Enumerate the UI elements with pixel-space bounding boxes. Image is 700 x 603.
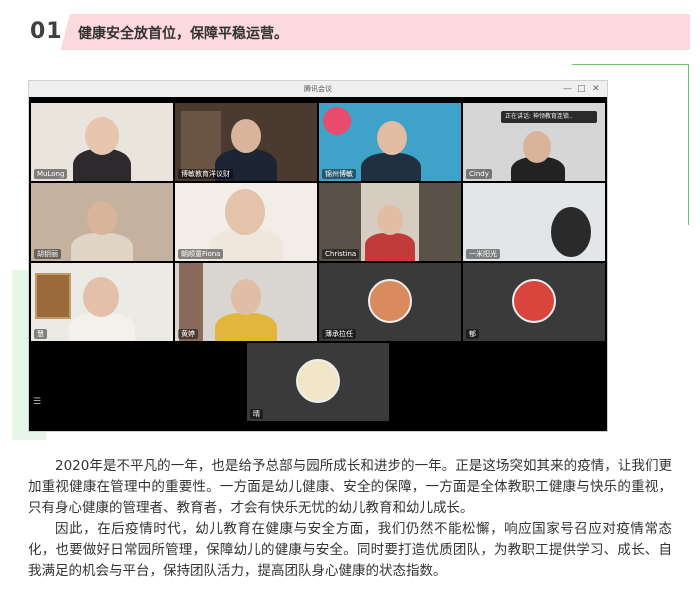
participant-name: 朝顺童Fiona [178, 249, 224, 259]
avatar [368, 279, 412, 323]
video-tile: 慧 [31, 263, 173, 341]
participant-name: 郁 [466, 329, 479, 339]
participant-name: Christina [322, 249, 360, 259]
video-tile: Christina [319, 183, 461, 261]
participant-name: 一米阳光 [466, 249, 500, 259]
body-paragraph: 因此，在后疫情时代，幼儿教育在健康与安全方面，我们仍然不能松懈，响应国家号召应对… [28, 521, 672, 579]
video-tile: MuLong [31, 103, 173, 181]
video-tile: 黄婷 [175, 263, 317, 341]
video-tile: 博敏教育洋议财 [175, 103, 317, 181]
video-tile: 胡钥丽 [31, 183, 173, 261]
avatar [512, 279, 556, 323]
participant-name: MuLong [34, 169, 68, 179]
participant-name: 锦州博敏 [322, 169, 356, 179]
participant-name: 博敏教育洋议财 [178, 169, 233, 179]
participant-name: 晴 [250, 409, 263, 419]
video-tile: 一米阳光 [463, 183, 605, 261]
video-tile: 薄承拉任 [319, 263, 461, 341]
video-tile: 晴 [247, 343, 389, 421]
minimize-icon: — [563, 84, 572, 94]
avatar [296, 359, 340, 403]
section-heading: 健康安全放首位，保障平稳运营。 [78, 26, 288, 42]
video-meeting-screenshot: 腾讯会议 — □ ✕ MuLong 博敏教育洋议财 锦州博敏 正在讲话: 神领教… [28, 80, 608, 432]
section-number: 01 [30, 19, 63, 44]
meeting-title: 腾讯会议 [29, 81, 607, 97]
participant-name: 慧 [34, 329, 47, 339]
speaking-tooltip: 正在讲话: 神领教育连锁.. [505, 113, 573, 120]
maximize-icon: □ [577, 84, 586, 94]
video-tile: 正在讲话: 神领教育连锁.. Cindy [463, 103, 605, 181]
close-icon: ✕ [592, 84, 600, 94]
grid-icon: ☰ [33, 397, 42, 407]
body-paragraph: 2020年是不平凡的一年，也是给予总部与园所成长和进步的一年。正是这场突如其来的… [28, 458, 672, 516]
video-tile: 朝顺童Fiona [175, 183, 317, 261]
video-tile: 锦州博敏 [319, 103, 461, 181]
participant-name: 黄婷 [178, 329, 198, 339]
participant-name: Cindy [466, 169, 492, 179]
participant-name: 薄承拉任 [322, 329, 356, 339]
video-tile: 郁 [463, 263, 605, 341]
participant-name: 胡钥丽 [34, 249, 61, 259]
